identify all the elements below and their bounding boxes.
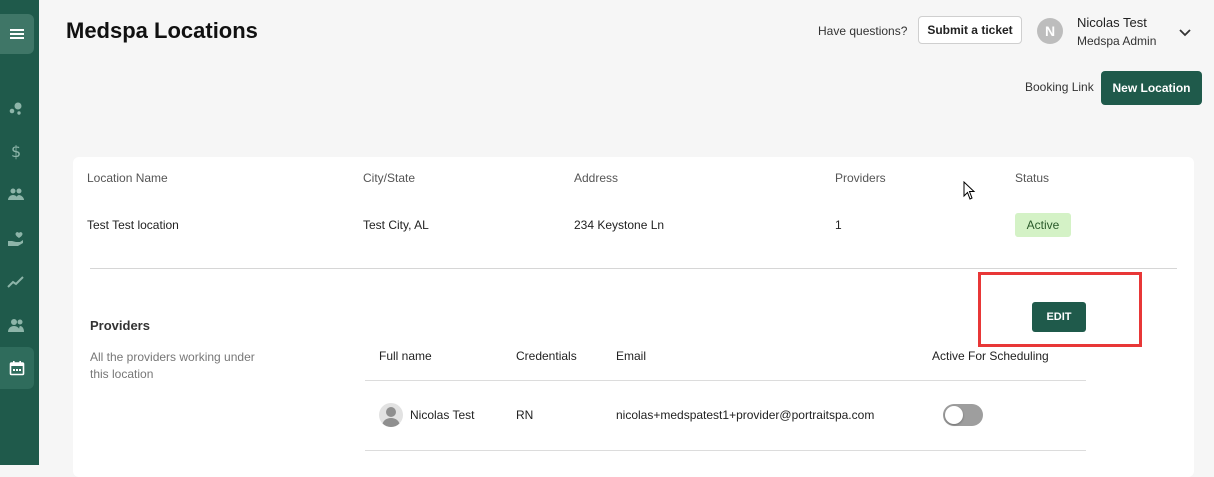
menu-icon bbox=[9, 27, 25, 41]
column-header-address: Address bbox=[574, 171, 619, 185]
mouse-cursor-icon bbox=[963, 181, 976, 200]
page-title: Medspa Locations bbox=[66, 18, 258, 43]
provider-avatar bbox=[379, 403, 403, 427]
address-cell: 234 Keystone Ln bbox=[574, 218, 665, 232]
dollar-icon[interactable]: $ bbox=[7, 142, 25, 160]
new-location-button[interactable]: New Location bbox=[1101, 71, 1202, 105]
sidebar: $ bbox=[0, 0, 39, 465]
calendar-nav-button[interactable] bbox=[0, 347, 34, 389]
column-header-email: Email bbox=[616, 349, 647, 363]
patients-icon[interactable] bbox=[7, 185, 25, 203]
chart-line-icon[interactable] bbox=[7, 273, 25, 291]
menu-button[interactable] bbox=[0, 14, 34, 54]
row-divider bbox=[365, 450, 1086, 451]
city-state-cell: Test City, AL bbox=[363, 218, 429, 232]
chevron-down-icon[interactable] bbox=[1178, 25, 1192, 39]
row-divider bbox=[365, 380, 1086, 381]
status-badge: Active bbox=[1015, 213, 1071, 237]
hand-heart-icon[interactable] bbox=[7, 230, 25, 248]
providers-count-cell: 1 bbox=[835, 218, 842, 232]
users-icon[interactable] bbox=[7, 316, 25, 334]
column-header-city-state: City/State bbox=[363, 171, 416, 185]
user-name: Nicolas Test bbox=[1077, 15, 1147, 30]
column-header-status: Status bbox=[1015, 171, 1050, 185]
avatar[interactable]: N bbox=[1037, 18, 1063, 44]
provider-name-cell: Nicolas Test bbox=[410, 408, 475, 422]
column-header-providers: Providers bbox=[835, 171, 886, 185]
active-for-scheduling-toggle[interactable] bbox=[943, 404, 983, 426]
toggle-knob bbox=[945, 406, 963, 424]
dots-icon[interactable] bbox=[7, 99, 25, 117]
svg-text:$: $ bbox=[11, 142, 21, 160]
column-header-active-for-scheduling: Active For Scheduling bbox=[932, 349, 1049, 363]
booking-link[interactable]: Booking Link bbox=[1025, 80, 1094, 94]
location-name-cell[interactable]: Test Test location bbox=[87, 218, 179, 232]
provider-email-cell: nicolas+medspatest1+provider@portraitspa… bbox=[616, 408, 875, 422]
column-header-location-name: Location Name bbox=[87, 171, 168, 185]
person-icon bbox=[382, 407, 400, 427]
submit-ticket-button[interactable]: Submit a ticket bbox=[918, 16, 1022, 44]
providers-section-title: Providers bbox=[90, 318, 150, 333]
column-header-full-name: Full name bbox=[379, 349, 432, 363]
calendar-icon bbox=[9, 360, 25, 376]
questions-label: Have questions? bbox=[818, 24, 908, 38]
column-header-credentials: Credentials bbox=[516, 349, 577, 363]
providers-section-description: All the providers working under this loc… bbox=[90, 350, 255, 381]
highlight-box bbox=[978, 272, 1142, 347]
provider-credentials-cell: RN bbox=[516, 408, 534, 422]
user-role: Medspa Admin bbox=[1077, 34, 1157, 48]
divider bbox=[90, 268, 1177, 269]
